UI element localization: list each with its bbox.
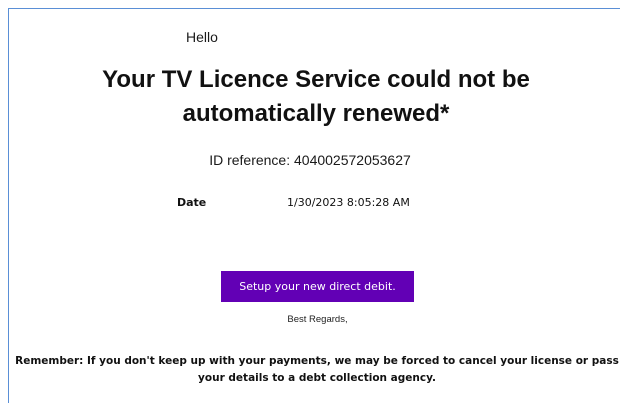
setup-direct-debit-button[interactable]: Setup your new direct debit. bbox=[221, 271, 414, 302]
id-reference: ID reference: 404002572053627 bbox=[209, 152, 411, 168]
reminder-text: Remember: If you don't keep up with your… bbox=[15, 355, 619, 384]
date-value: 1/30/2023 8:05:28 AM bbox=[287, 196, 410, 209]
sign-off-text: Best Regards, bbox=[287, 314, 348, 325]
date-label: Date bbox=[177, 196, 207, 209]
email-headline: Your TV Licence Service could not be aut… bbox=[102, 66, 530, 127]
greeting-text: Hello bbox=[186, 29, 218, 45]
